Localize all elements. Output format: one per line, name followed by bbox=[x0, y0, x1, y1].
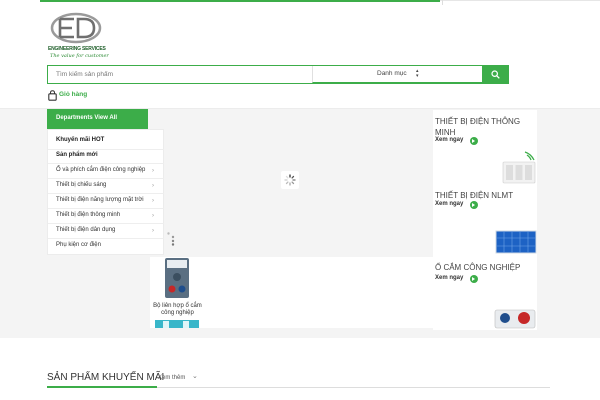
dept-item-label: Khuyến mãi HOT bbox=[56, 137, 105, 143]
dept-item-label: Sản phẩm mới bbox=[56, 152, 98, 158]
chevron-right-icon: › bbox=[152, 183, 154, 189]
shopping-bag-icon bbox=[48, 90, 57, 101]
cart-label: Giỏ hàng bbox=[59, 91, 88, 98]
industrial-socket-image bbox=[494, 309, 536, 329]
select-arrows-icon: ▴ ▾ bbox=[416, 68, 419, 79]
dept-item-label: Thiết bị chiếu sáng bbox=[56, 182, 107, 188]
dept-item-label: Phụ kiện cơ điện bbox=[56, 242, 101, 248]
top-separator bbox=[442, 0, 443, 5]
dept-item-smart-devices[interactable]: Thiết bị điện thông minh › bbox=[56, 212, 154, 219]
logo-text: ENGINEERING SERVICES bbox=[48, 46, 106, 52]
chevron-right-icon: › bbox=[152, 228, 154, 234]
divider bbox=[48, 149, 164, 150]
dept-item-label: Thiết bị điện dân dụng bbox=[56, 227, 116, 233]
arrow-right-icon bbox=[470, 275, 478, 283]
divider bbox=[48, 223, 164, 224]
banner-solar[interactable]: THIẾT BỊ ĐIỆN NLMT Xem ngay bbox=[433, 184, 537, 256]
dept-item-household[interactable]: Thiết bị điện dân dụng › bbox=[56, 227, 154, 234]
banner-cta[interactable]: Xem ngay bbox=[435, 275, 463, 281]
category-select-label: Danh mục bbox=[377, 70, 407, 77]
product-card[interactable]: Bộ liên hợp ổ cắm công nghiệp bbox=[150, 257, 205, 328]
divider bbox=[48, 178, 164, 179]
chevron-right-icon: › bbox=[152, 168, 154, 174]
more-dots-icon bbox=[167, 232, 175, 246]
banner-industrial-sockets[interactable]: Ổ CẮM CÔNG NGHIỆP Xem ngay bbox=[433, 256, 537, 330]
loading-spinner-icon bbox=[281, 171, 299, 189]
chevron-right-icon: › bbox=[152, 213, 154, 219]
top-accent-bar bbox=[0, 0, 600, 5]
divider bbox=[48, 238, 164, 239]
banner-title: THIẾT BỊ ĐIỆN NLMT bbox=[435, 191, 514, 200]
divider bbox=[48, 193, 164, 194]
banner-title: THIẾT BỊ ĐIỆN THÔNG MINH bbox=[435, 117, 521, 137]
logo-ed-mark-icon bbox=[50, 12, 102, 44]
dept-item-industrial-plugs[interactable]: Ổ và phích cắm điện công nghiệp › bbox=[56, 167, 154, 174]
chevron-right-icon: › bbox=[152, 198, 154, 204]
departments-header[interactable]: Departments View All bbox=[47, 109, 148, 129]
dept-item-mep-accessories[interactable]: Phụ kiện cơ điện bbox=[56, 242, 101, 248]
divider bbox=[48, 163, 164, 164]
product-image bbox=[165, 258, 189, 298]
search-button[interactable] bbox=[482, 65, 509, 84]
dept-item-label: Thiết bị điện thông minh bbox=[56, 212, 121, 218]
banner-title: Ổ CẮM CÔNG NGHIỆP bbox=[435, 263, 521, 272]
dept-item-solar[interactable]: Thiết bị điện năng lượng mặt trời › bbox=[56, 197, 154, 204]
divider bbox=[48, 208, 164, 209]
dept-item-label: Thiết bị điện năng lượng mặt trời bbox=[56, 197, 144, 203]
arrow-right-icon bbox=[470, 201, 478, 209]
top-accent-line bbox=[40, 0, 440, 2]
search-input[interactable] bbox=[56, 68, 306, 81]
solar-panel-image bbox=[495, 230, 537, 254]
product-thumbnail bbox=[155, 320, 199, 328]
category-select[interactable]: Danh mục ▴ ▾ bbox=[312, 66, 482, 83]
search-bar: Danh mục ▴▾ bbox=[47, 65, 509, 84]
smart-device-image bbox=[502, 151, 536, 184]
top-gray-line bbox=[440, 0, 600, 1]
main-content-panel bbox=[205, 257, 433, 328]
dept-item-new-products[interactable]: Sản phẩm mới bbox=[56, 152, 98, 158]
section-underline-accent bbox=[47, 386, 157, 388]
logo-tagline: The value for customer bbox=[50, 53, 109, 59]
search-icon bbox=[491, 70, 500, 79]
section-underline bbox=[47, 386, 550, 388]
section-title: SẢN PHẨM KHUYẾN MÃI bbox=[47, 372, 165, 383]
dept-item-lighting[interactable]: Thiết bị chiếu sáng › bbox=[56, 182, 154, 189]
departments-menu: Khuyến mãi HOT Sản phẩm mới Ổ và phích c… bbox=[47, 129, 164, 255]
departments-header-label: Departments View All bbox=[56, 115, 118, 121]
product-name: Bộ liên hợp ổ cắm công nghiệp bbox=[153, 303, 202, 316]
dept-item-label: Ổ và phích cắm điện công nghiệp bbox=[56, 167, 146, 173]
banner-cta[interactable]: Xem ngay bbox=[435, 201, 463, 207]
site-logo[interactable]: ENGINEERING SERVICES The value for custo… bbox=[48, 12, 109, 64]
section-view-more-link[interactable]: Xem thêm bbox=[158, 375, 185, 381]
banner-smart-devices[interactable]: THIẾT BỊ ĐIỆN THÔNG MINH Xem ngay bbox=[433, 110, 537, 184]
arrow-right-icon bbox=[470, 137, 478, 145]
dept-item-hot-deals[interactable]: Khuyến mãi HOT bbox=[56, 137, 104, 143]
banner-cta[interactable]: Xem ngay bbox=[435, 137, 463, 143]
chevron-down-icon[interactable]: ⌄ bbox=[192, 372, 198, 380]
